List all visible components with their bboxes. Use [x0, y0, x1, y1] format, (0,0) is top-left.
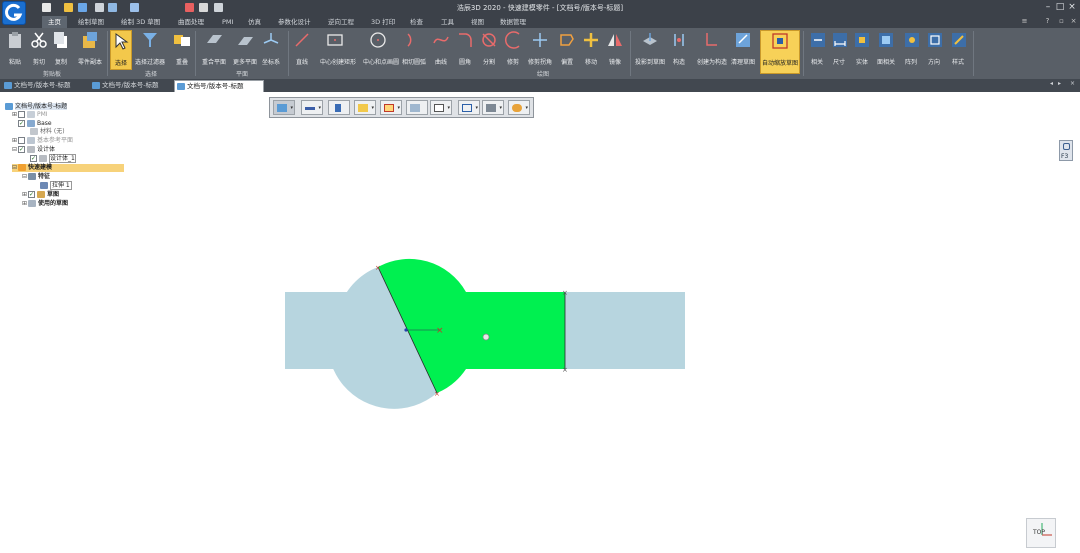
vertex-marker[interactable]: ×: [562, 366, 568, 374]
vertex-marker[interactable]: ×: [562, 289, 568, 297]
right-rectangle-region[interactable]: [565, 292, 685, 369]
vertex-marker[interactable]: ×: [375, 264, 381, 272]
view-triad[interactable]: TOP: [1026, 518, 1056, 548]
endpoint-marker[interactable]: [404, 328, 408, 332]
app-logo-icon[interactable]: [2, 1, 26, 25]
lock-icon: [1063, 143, 1070, 150]
center-point-marker[interactable]: ×: [436, 326, 444, 336]
vertex-marker[interactable]: ×: [434, 390, 440, 398]
pick-point-marker[interactable]: [482, 333, 490, 341]
sketch-geometry: × × × × ×: [285, 258, 685, 409]
lock-sketch-plane-button[interactable]: F3: [1059, 140, 1073, 161]
